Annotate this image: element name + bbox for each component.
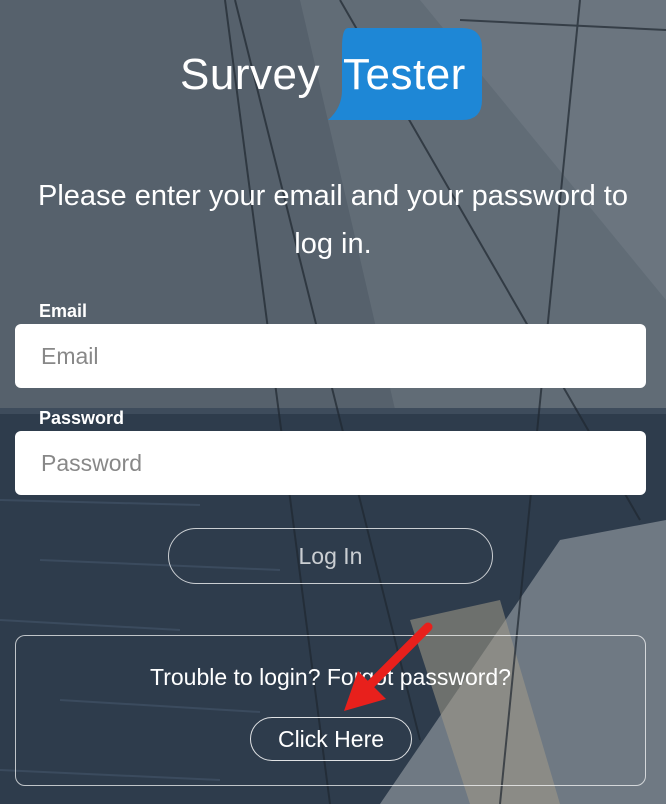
password-field[interactable]: [15, 431, 646, 495]
password-label: Password: [39, 408, 125, 428]
logo-word-survey: Survey: [180, 50, 320, 99]
survey-tester-logo: Survey Tester: [178, 28, 488, 124]
email-label: Email: [39, 301, 88, 321]
login-button[interactable]: Log In: [168, 528, 493, 584]
logo-word-tester: Tester: [343, 50, 466, 99]
red-arrow-icon: [344, 622, 433, 711]
login-instructions: Please enter your email and your passwor…: [38, 180, 628, 260]
email-field[interactable]: [15, 324, 646, 388]
